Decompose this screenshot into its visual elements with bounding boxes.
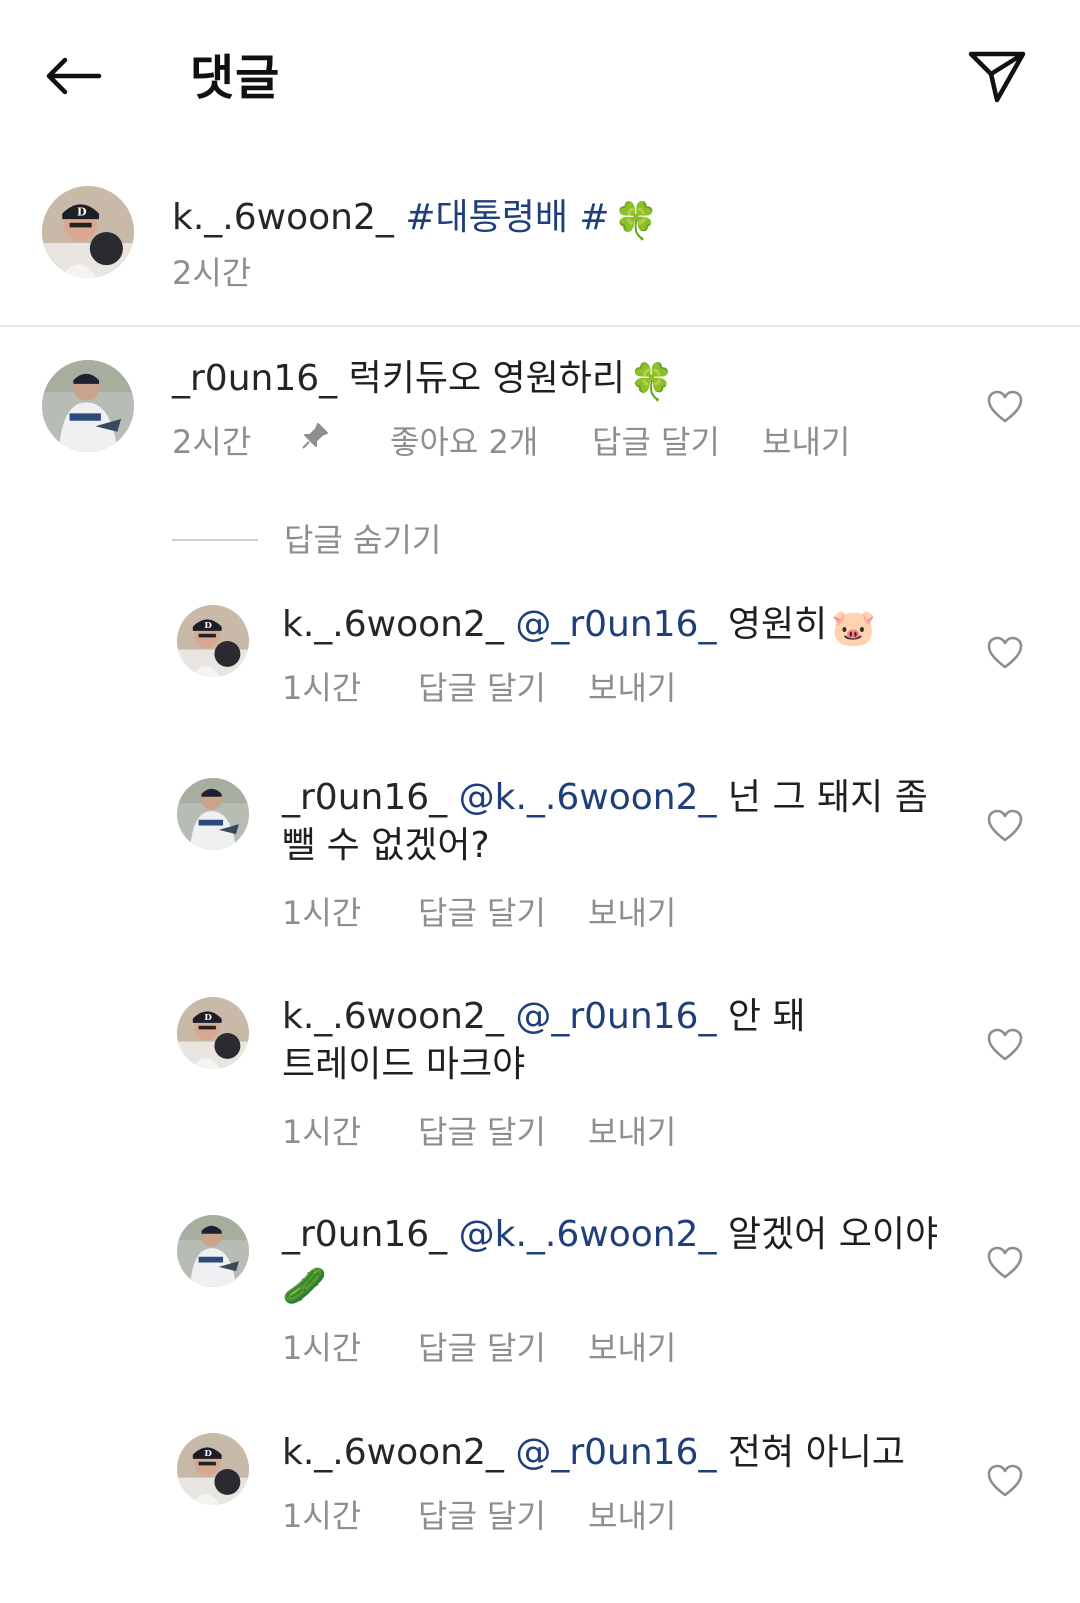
reply-body: 알겠어 오이야: [727, 1214, 939, 1255]
profile-photo-icon: [177, 1215, 249, 1287]
reply-button[interactable]: 답글 달기: [418, 1323, 546, 1369]
profile-photo-icon: [177, 605, 249, 677]
heart-icon[interactable]: [985, 1025, 1025, 1065]
reply-mention[interactable]: @k._.6woon2_: [459, 777, 717, 818]
clover-emoji: 🍀: [613, 201, 659, 242]
avatar[interactable]: [177, 1215, 249, 1287]
reply-time: 1시간: [282, 894, 362, 932]
avatar[interactable]: [177, 997, 249, 1069]
back-button[interactable]: [38, 48, 108, 104]
send-button[interactable]: 보내기: [762, 417, 850, 463]
reply-button[interactable]: 답글 달기: [418, 663, 546, 709]
reply-time: 1시간: [282, 1497, 362, 1535]
reply-mention[interactable]: @_r0un16_: [515, 996, 716, 1037]
comment-time: 2시간: [172, 423, 252, 461]
likes-count[interactable]: 좋아요 2개: [390, 417, 538, 463]
avatar[interactable]: [177, 778, 249, 850]
reply-button[interactable]: 답글 달기: [592, 417, 720, 463]
profile-photo-icon: [42, 360, 134, 452]
reply-body: 넌 그 돼지 좀: [727, 777, 928, 818]
reply-text: _r0un16_ @k._.6woon2_ 넌 그 돼지 좀 뺄 수 없겠어?: [282, 774, 928, 870]
reply-body: 전혀 아니고: [727, 1432, 905, 1473]
send-button[interactable]: 보내기: [588, 888, 676, 934]
reply-item: _r0un16_ @k._.6woon2_ 넌 그 돼지 좀 뺄 수 없겠어? …: [0, 777, 1080, 938]
send-button[interactable]: 보내기: [588, 1107, 676, 1153]
profile-photo-icon: [177, 1433, 249, 1505]
pig-emoji: 🐷: [831, 608, 877, 649]
comment-item: _r0un16_ 럭키듀오 영원하리 🍀 2시간 좋아요 2개 답글 달기 보내기: [0, 355, 1080, 475]
reply-username[interactable]: _r0un16_: [282, 777, 447, 818]
reply-button[interactable]: 답글 달기: [418, 1491, 546, 1537]
reply-item: k._.6woon2_ @_r0un16_ 영원히 🐷 1시간 답글 달기 보내기: [0, 604, 1080, 715]
comment-meta: 2시간 좋아요 2개 답글 달기 보내기: [172, 417, 932, 461]
avatar[interactable]: [177, 605, 249, 677]
heart-icon[interactable]: [985, 1461, 1025, 1501]
heart-icon[interactable]: [985, 633, 1025, 673]
reply-item: k._.6woon2_ @_r0un16_ 전혀 아니고 1시간 답글 달기 보…: [0, 1432, 1080, 1543]
reply-meta: 1시간 답글 달기 보내기: [282, 1491, 802, 1535]
reply-time: 1시간: [282, 1329, 362, 1367]
avatar[interactable]: [42, 186, 134, 278]
reply-meta: 1시간 답글 달기 보내기: [282, 663, 802, 707]
reply-text: _r0un16_ @k._.6woon2_ 알겠어 오이야 🥒: [282, 1211, 938, 1311]
cucumber-emoji: 🥒: [282, 1266, 327, 1307]
reply-button[interactable]: 답글 달기: [418, 888, 546, 934]
reply-meta: 1시간 답글 달기 보내기: [282, 1323, 802, 1367]
reply-username[interactable]: _r0un16_: [282, 1214, 447, 1255]
reply-username[interactable]: k._.6woon2_: [282, 604, 504, 645]
share-button[interactable]: [962, 44, 1032, 108]
profile-photo-icon: [177, 778, 249, 850]
pin-icon: [300, 421, 330, 459]
caption-time: 2시간: [172, 254, 252, 292]
heart-icon[interactable]: [985, 387, 1025, 427]
reply-mention[interactable]: @_r0un16_: [515, 1432, 716, 1473]
hide-replies-label[interactable]: 답글 숨기기: [284, 515, 441, 561]
reply-mention[interactable]: @k._.6woon2_: [459, 1214, 717, 1255]
reply-mention[interactable]: @_r0un16_: [515, 604, 716, 645]
arrow-left-icon: [46, 57, 102, 95]
reply-meta: 1시간 답글 달기 보내기: [282, 1107, 802, 1151]
divider: [172, 539, 258, 541]
reply-item: k._.6woon2_ @_r0un16_ 안 돼 트레이드 마크야 1시간 답…: [0, 996, 1080, 1157]
reply-username[interactable]: k._.6woon2_: [282, 1432, 504, 1473]
top-bar: 댓글: [0, 0, 1080, 150]
heart-icon[interactable]: [985, 806, 1025, 846]
reply-username[interactable]: k._.6woon2_: [282, 996, 504, 1037]
reply-body-line2: 트레이드 마크야: [282, 1044, 526, 1085]
paper-plane-icon: [968, 51, 1026, 103]
comment-username[interactable]: _r0un16_: [172, 358, 337, 399]
reply-text: k._.6woon2_ @_r0un16_ 전혀 아니고: [282, 1429, 905, 1477]
reply-meta: 1시간 답글 달기 보내기: [282, 888, 802, 932]
reply-text: k._.6woon2_ @_r0un16_ 안 돼 트레이드 마크야: [282, 993, 806, 1089]
heart-icon[interactable]: [985, 1243, 1025, 1283]
reply-time: 1시간: [282, 669, 362, 707]
caption-hashtags[interactable]: #대통령배 #: [405, 197, 609, 238]
reply-time: 1시간: [282, 1113, 362, 1151]
profile-photo-icon: [177, 997, 249, 1069]
reply-item: _r0un16_ @k._.6woon2_ 알겠어 오이야 🥒 1시간 답글 달…: [0, 1214, 1080, 1375]
profile-photo-icon: [42, 186, 134, 278]
reply-text: k._.6woon2_ @_r0un16_ 영원히 🐷: [282, 601, 876, 653]
comment-text: _r0un16_ 럭키듀오 영원하리 🍀: [172, 355, 674, 407]
caption-username[interactable]: k._.6woon2_: [172, 197, 394, 238]
send-button[interactable]: 보내기: [588, 1491, 676, 1537]
clover-emoji: 🍀: [629, 362, 674, 403]
avatar[interactable]: [42, 360, 134, 452]
page-title: 댓글: [190, 50, 281, 106]
send-button[interactable]: 보내기: [588, 663, 676, 709]
post-caption: k._.6woon2_ #대통령배 # 🍀 2시간: [0, 160, 1080, 327]
reply-body-line2: 뺄 수 없겠어?: [282, 825, 490, 866]
send-button[interactable]: 보내기: [588, 1323, 676, 1369]
avatar[interactable]: [177, 1433, 249, 1505]
reply-body: 영원히: [727, 604, 828, 645]
reply-body: 안 돼: [727, 996, 806, 1037]
comment-body: 럭키듀오 영원하리: [348, 358, 626, 399]
reply-button[interactable]: 답글 달기: [418, 1107, 546, 1153]
caption-text: k._.6woon2_ #대통령배 # 🍀: [172, 188, 658, 242]
